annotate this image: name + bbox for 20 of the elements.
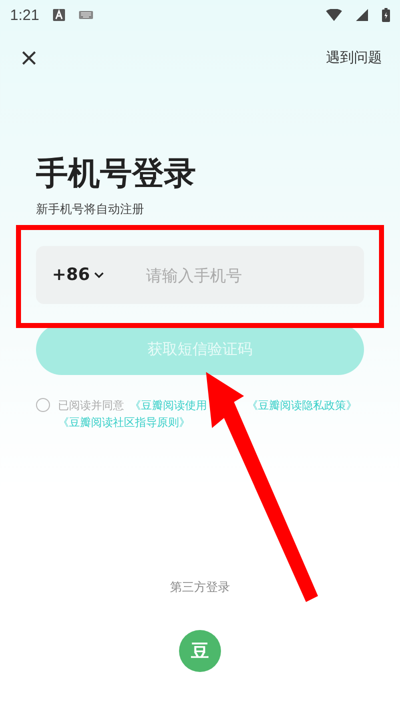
country-code-select[interactable]: +86 (52, 265, 132, 285)
agreement-text: 已阅读并同意 (58, 398, 124, 414)
subtitle: 新手机号将自动注册 (36, 201, 145, 218)
signal-icon (356, 9, 368, 21)
help-link[interactable]: 遇到问题 (326, 48, 382, 66)
agreement-radio[interactable] (36, 398, 50, 412)
douban-login-button[interactable]: 豆 (179, 630, 221, 672)
policy-link[interactable]: 《豆瓣阅读社区指导原则》 (58, 414, 190, 431)
chevron-down-icon (94, 271, 104, 279)
policy-link[interactable]: 《豆瓣阅读隐私政策》 (247, 397, 357, 414)
close-button[interactable] (22, 50, 36, 64)
third-party-label: 第三方登录 (170, 579, 230, 596)
policy-link[interactable]: 《豆瓣阅读使用 (130, 397, 207, 414)
keyboard-app-icon (53, 9, 66, 21)
keyboard-icon (79, 11, 94, 19)
battery-icon (382, 8, 390, 22)
status-time: 1:21 (10, 6, 40, 24)
page-title: 手机号登录 (36, 153, 197, 193)
wifi-icon (326, 9, 342, 21)
phone-field[interactable]: +86 请输入手机号 (36, 246, 364, 304)
